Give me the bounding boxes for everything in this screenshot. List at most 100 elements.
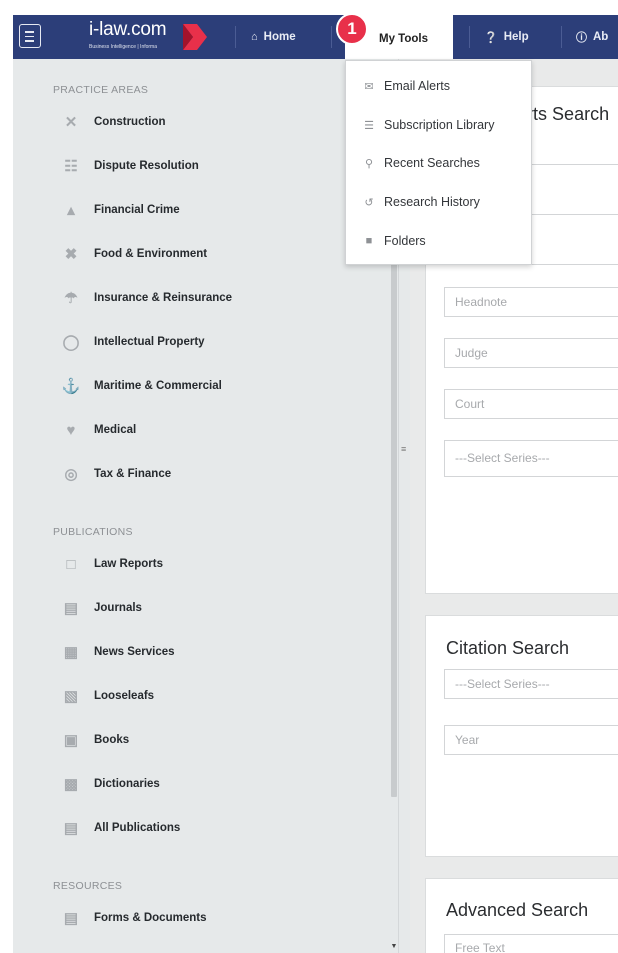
sidebar: PRACTICE AREAS ✕ Construction ☷ Dispute …	[13, 59, 398, 953]
judge-input[interactable]: Judge	[444, 338, 618, 368]
sidebar-item-looseleafs[interactable]: ▧ Looseleafs	[60, 685, 154, 707]
book-open-icon: □	[66, 555, 76, 573]
nav-about[interactable]: ⓘ Ab	[576, 15, 608, 59]
home-icon: ⌂	[251, 31, 258, 43]
sidebar-item-medical[interactable]: ♥ Medical	[60, 419, 137, 441]
sidebar-item-label: Journals	[94, 602, 142, 614]
sidebar-item-label: Financial Crime	[94, 204, 180, 216]
site-logo[interactable]: i-law.com Business Intelligence | Inform…	[73, 18, 213, 56]
newspaper-icon: ▦	[63, 644, 79, 661]
nav-separator	[469, 26, 470, 48]
sidebar-item-maritime-commercial[interactable]: ⚓ Maritime & Commercial	[60, 375, 222, 397]
sidebar-item-label: Insurance & Reinsurance	[94, 292, 233, 304]
info-icon: ⓘ	[576, 32, 587, 44]
advanced-search-panel: Advanced Search Free Text	[425, 878, 618, 953]
menu-item-subscription-library[interactable]: ☰ Subscription Library	[363, 115, 494, 135]
sidebar-item-all-publications[interactable]: ▤ All Publications	[60, 817, 180, 839]
court-input[interactable]: Court	[444, 389, 618, 419]
section-title-resources: RESOURCES	[53, 880, 123, 892]
sidebar-item-tax-finance[interactable]: ◎ Tax & Finance	[60, 463, 171, 485]
headnote-input[interactable]: Headnote	[444, 287, 618, 317]
sidebar-item-news-services[interactable]: ▦ News Services	[60, 641, 175, 663]
sidebar-item-label: Forms & Documents	[94, 912, 207, 924]
sidebar-item-dispute-resolution[interactable]: ☷ Dispute Resolution	[60, 155, 199, 177]
menu-item-label: Recent Searches	[384, 156, 480, 170]
nav-my-tools-label: My Tools	[379, 33, 428, 45]
utensils-icon: ✖	[64, 246, 78, 263]
sidebar-item-label: Law Reports	[94, 558, 164, 570]
email-alert-icon: ✉	[364, 80, 374, 93]
history-icon: ↺	[364, 196, 374, 209]
sidebar-item-label: Medical	[94, 424, 137, 436]
magnifier-icon: ⚲	[364, 157, 374, 170]
binder-icon: ▧	[63, 688, 79, 705]
library-icon: ☰	[364, 119, 374, 132]
splitter-grip-icon[interactable]: ≡	[401, 444, 406, 454]
sidebar-item-label: Food & Environment	[94, 248, 208, 260]
menu-item-label: Research History	[384, 195, 480, 209]
sidebar-item-law-reports[interactable]: □ Law Reports	[60, 553, 163, 575]
free-text-input[interactable]: Free Text	[444, 934, 618, 953]
menu-item-label: Folders	[384, 234, 426, 248]
menu-item-label: Email Alerts	[384, 79, 450, 93]
book-icon: ▣	[63, 732, 79, 749]
menu-toggle-icon[interactable]	[19, 24, 41, 48]
lightbulb-icon: ◯	[62, 334, 80, 351]
sidebar-item-label: News Services	[94, 646, 175, 658]
sidebar-item-label: Dispute Resolution	[94, 160, 199, 172]
nav-separator	[331, 26, 332, 48]
tools-icon: ✕	[64, 114, 78, 131]
nav-home-label: Home	[263, 31, 296, 43]
coins-icon: ◎	[64, 466, 78, 483]
citation-search-title: Citation Search	[446, 638, 570, 658]
nav-about-label: Ab	[593, 31, 609, 43]
sidebar-item-label: Dictionaries	[94, 778, 160, 790]
menu-item-label: Subscription Library	[384, 118, 495, 132]
nav-home[interactable]: ⌂ Home	[251, 15, 296, 59]
citation-series-select[interactable]: ---Select Series---	[444, 669, 618, 699]
section-title-publications: PUBLICATIONS	[53, 526, 133, 538]
nav-separator	[235, 26, 236, 48]
nav-separator	[561, 26, 562, 48]
logo-subtitle: Business Intelligence | Informa	[89, 44, 158, 50]
scroll-down-arrow-icon[interactable]: ▼	[390, 943, 398, 951]
sidebar-item-label: Books	[94, 734, 130, 746]
section-title-practice-areas: PRACTICE AREAS	[53, 84, 149, 96]
my-tools-dropdown: ✉ Email Alerts ☰ Subscription Library ⚲ …	[345, 60, 532, 265]
logo-arrow-icon	[183, 24, 207, 50]
logo-text: i-law.com	[89, 19, 167, 40]
top-navigation-bar: i-law.com Business Intelligence | Inform…	[13, 15, 618, 63]
sidebar-item-label: All Publications	[94, 822, 181, 834]
sidebar-item-label: Maritime & Commercial	[94, 380, 222, 392]
nav-help-label: Help	[503, 31, 529, 43]
sidebar-item-label: Looseleafs	[94, 690, 155, 702]
citation-search-panel: Citation Search ---Select Series--- Year	[425, 615, 618, 857]
advanced-search-title: Advanced Search	[446, 900, 589, 920]
anchor-icon: ⚓	[61, 378, 81, 395]
sidebar-item-food-environment[interactable]: ✖ Food & Environment	[60, 243, 207, 265]
sidebar-item-label: Construction	[94, 116, 166, 128]
sidebar-item-intellectual-property[interactable]: ◯ Intellectual Property	[60, 331, 205, 353]
menu-item-email-alerts[interactable]: ✉ Email Alerts	[363, 76, 450, 96]
umbrella-icon: ☂	[64, 290, 78, 307]
sidebar-item-financial-crime[interactable]: ▴ Financial Crime	[60, 199, 180, 221]
sidebar-item-journals[interactable]: ▤ Journals	[60, 597, 142, 619]
menu-item-recent-searches[interactable]: ⚲ Recent Searches	[363, 153, 480, 173]
menu-item-research-history[interactable]: ↺ Research History	[363, 192, 480, 212]
menu-item-folders[interactable]: ■ Folders	[363, 231, 426, 251]
nav-help[interactable]: ❔ Help	[484, 15, 529, 59]
series-select[interactable]: ---Select Series---	[444, 440, 618, 477]
sidebar-item-dictionaries[interactable]: ▩ Dictionaries	[60, 773, 160, 795]
money-bag-icon: ▴	[67, 202, 75, 219]
sidebar-item-construction[interactable]: ✕ Construction	[60, 111, 166, 133]
dictionary-icon: ▩	[63, 776, 79, 793]
sidebar-item-forms-documents[interactable]: ▤ Forms & Documents	[60, 907, 207, 929]
dispute-icon: ☷	[64, 158, 78, 175]
journal-icon: ▤	[63, 600, 79, 617]
sidebar-item-insurance-reinsurance[interactable]: ☂ Insurance & Reinsurance	[60, 287, 232, 309]
publications-icon: ▤	[63, 820, 79, 837]
sidebar-item-books[interactable]: ▣ Books	[60, 729, 129, 751]
year-input[interactable]: Year	[444, 725, 618, 755]
document-icon: ▤	[63, 910, 79, 927]
heart-icon: ♥	[66, 421, 76, 439]
